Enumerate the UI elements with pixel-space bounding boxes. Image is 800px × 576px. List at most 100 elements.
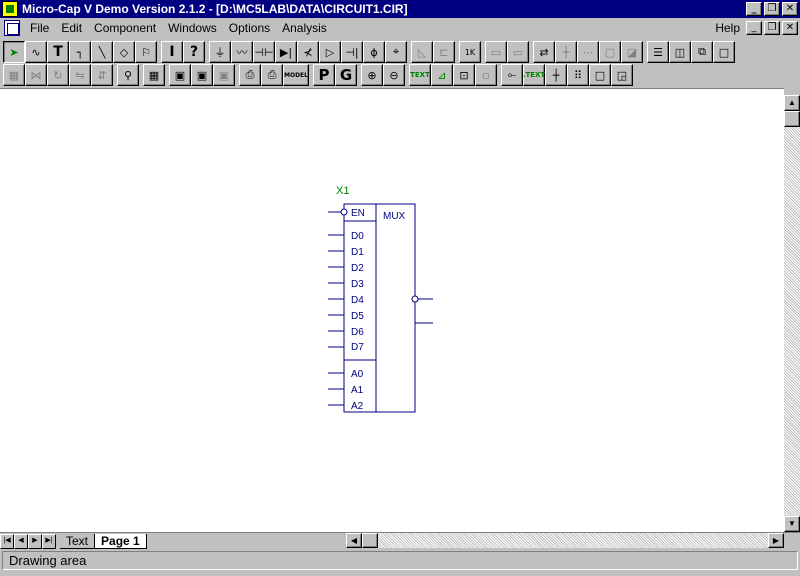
status-text: Drawing area: [2, 551, 798, 570]
print-icon[interactable]: ⎙: [261, 64, 283, 86]
vertical-scrollbar[interactable]: ▲ ▼: [784, 95, 800, 532]
pin-d1-label: D1: [351, 247, 364, 258]
cascade-icon[interactable]: ⧉: [691, 41, 713, 63]
grid-dots-icon[interactable]: ⋯: [577, 41, 599, 63]
transistor-icon[interactable]: ⊀: [297, 41, 319, 63]
cross-icon[interactable]: ┼: [555, 41, 577, 63]
crosshair-icon[interactable]: ┼: [545, 64, 567, 86]
menu-analysis[interactable]: Analysis: [276, 21, 333, 35]
p-button[interactable]: P: [313, 64, 335, 86]
preview-icon[interactable]: ⎙: [239, 64, 261, 86]
node-icon[interactable]: ⌖: [385, 41, 407, 63]
tool-2-icon[interactable]: ⋈: [25, 64, 47, 86]
pin-d0-label: D0: [351, 231, 364, 242]
horizontal-scrollbar[interactable]: ◀ ▶: [346, 533, 784, 548]
menu-help[interactable]: Help: [709, 21, 746, 35]
ground-icon[interactable]: ⏚: [209, 41, 231, 63]
minimize-button[interactable]: _: [746, 2, 762, 16]
diode-icon[interactable]: ▶|: [275, 41, 297, 63]
help-icon[interactable]: ?: [183, 41, 205, 63]
attribute-icon[interactable]: ⊡: [453, 64, 475, 86]
tab-next-button[interactable]: ▶: [28, 533, 42, 549]
tool-1-icon[interactable]: ▦: [3, 64, 25, 86]
pin-d4-label: D4: [351, 295, 364, 306]
capacitor-icon[interactable]: ⊣⊢: [253, 41, 275, 63]
line-icon[interactable]: ╲: [91, 41, 113, 63]
toolbar-secondary: ▦ ⋈ ↻ ⇋ ⇵ ⚲ ▦ ▣ ▣ ▣ ⎙ ⎙ MODEL P G ⊕ ⊖ TE…: [0, 63, 800, 87]
title-block-icon[interactable]: ◲: [611, 64, 633, 86]
scroll-up-button[interactable]: ▲: [784, 95, 800, 111]
tile-v-icon[interactable]: ◫: [669, 41, 691, 63]
grid-icon[interactable]: ⠿: [567, 64, 589, 86]
toolbar-primary: ➤ ∿ T ┐ ╲ ◇ ⚐ I ? ⏚ 〰 ⊣⊢ ▶| ⊀ ▷ ⊣| ϕ ⌖ ◺…: [0, 40, 800, 64]
scroll-down-button[interactable]: ▼: [784, 516, 800, 532]
flip-x-icon[interactable]: ⇋: [69, 64, 91, 86]
rotate-icon[interactable]: ↻: [47, 64, 69, 86]
wire-ortho-icon[interactable]: ┐: [69, 41, 91, 63]
text-button[interactable]: TEXT: [409, 64, 431, 86]
resistor-icon[interactable]: 〰: [231, 41, 253, 63]
scroll-thumb-h[interactable]: [362, 533, 378, 548]
wire-icon[interactable]: ∿: [25, 41, 47, 63]
text-icon[interactable]: T: [47, 41, 69, 63]
border-icon[interactable]: □: [589, 64, 611, 86]
zoom-in-icon[interactable]: ⊕: [361, 64, 383, 86]
tab-prev-button[interactable]: ◀: [14, 533, 28, 549]
pin-icon[interactable]: ⊿: [431, 64, 453, 86]
tile-h-icon[interactable]: ☰: [647, 41, 669, 63]
battery-icon[interactable]: ⊣|: [341, 41, 363, 63]
doc-minimize-button[interactable]: _: [746, 21, 762, 35]
menu-edit[interactable]: Edit: [55, 21, 88, 35]
zoom-out-icon[interactable]: ⊖: [383, 64, 405, 86]
status-bar: Drawing area: [0, 549, 800, 571]
box2-icon[interactable]: ▭: [507, 41, 529, 63]
unit-icon[interactable]: 1K: [459, 41, 481, 63]
menu-windows[interactable]: Windows: [162, 21, 223, 35]
en-pin-label: EN: [351, 208, 365, 219]
doc-close-button[interactable]: ✕: [782, 21, 798, 35]
schematic: X1 MUX EN D0 D1 D2 D3 D4 D5 D6 D7 A0 A1 …: [328, 185, 433, 413]
model-button[interactable]: MODEL: [283, 64, 309, 86]
tab-page-1[interactable]: Page 1: [94, 533, 147, 549]
scroll-right-button[interactable]: ▶: [768, 533, 784, 548]
tab-first-button[interactable]: |◀: [0, 533, 14, 549]
app-icon[interactable]: [2, 1, 18, 17]
mirror-icon[interactable]: ◺: [411, 41, 433, 63]
tab-last-button[interactable]: ▶|: [42, 533, 56, 549]
drawing-area[interactable]: X1 MUX EN D0 D1 D2 D3 D4 D5 D6 D7 A0 A1 …: [0, 88, 784, 532]
scroll-left-button[interactable]: ◀: [346, 533, 362, 548]
menu-file[interactable]: File: [24, 21, 55, 35]
maximize-icon[interactable]: □: [713, 41, 735, 63]
menu-component[interactable]: Component: [88, 21, 162, 35]
box4-icon[interactable]: ◪: [621, 41, 643, 63]
probe-icon[interactable]: ⚲: [117, 64, 139, 86]
menu-options[interactable]: Options: [223, 21, 276, 35]
box3-icon[interactable]: ▢: [599, 41, 621, 63]
tab-text[interactable]: Text: [60, 534, 95, 549]
flip-icon[interactable]: ⊏: [433, 41, 455, 63]
scroll-thumb-v[interactable]: [784, 111, 800, 127]
exchange-icon[interactable]: ⇄: [533, 41, 555, 63]
select-arrow-icon[interactable]: ➤: [3, 41, 25, 63]
flag-icon[interactable]: ⚐: [135, 41, 157, 63]
calculator-icon[interactable]: ▦: [143, 64, 165, 86]
pin-d5-label: D5: [351, 311, 364, 322]
doc-restore-button[interactable]: ❐: [764, 21, 780, 35]
wire-node-icon[interactable]: ⟜: [501, 64, 523, 86]
close-button[interactable]: ✕: [782, 2, 798, 16]
buffer-icon[interactable]: ▷: [319, 41, 341, 63]
document-icon[interactable]: [4, 20, 20, 36]
node-numbers-icon[interactable]: ▫: [475, 64, 497, 86]
restore-button[interactable]: ❐: [764, 2, 780, 16]
info-icon[interactable]: I: [161, 41, 183, 63]
data-pins: D0 D1 D2 D3 D4 D5 D6 D7: [328, 231, 364, 353]
text2-button[interactable]: .TEXT: [523, 64, 545, 86]
flip-y-icon[interactable]: ⇵: [91, 64, 113, 86]
box1-icon[interactable]: ▭: [485, 41, 507, 63]
g-button[interactable]: G: [335, 64, 357, 86]
save-as-icon[interactable]: ▣: [191, 64, 213, 86]
source-icon[interactable]: ϕ: [363, 41, 385, 63]
load-icon[interactable]: ▣: [213, 64, 235, 86]
shapes-icon[interactable]: ◇: [113, 41, 135, 63]
save-icon[interactable]: ▣: [169, 64, 191, 86]
